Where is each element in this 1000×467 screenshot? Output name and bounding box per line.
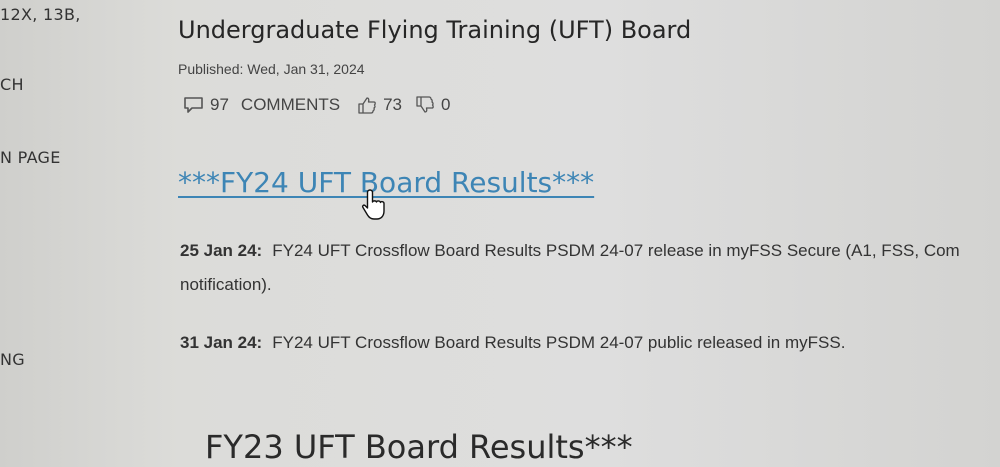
sidebar-item-1[interactable]: 12X, 13B,	[0, 5, 81, 24]
page-title: Undergraduate Flying Training (UFT) Boar…	[178, 16, 692, 44]
comments-count[interactable]: 97	[210, 95, 229, 115]
entry-date: 25 Jan 24:	[180, 241, 263, 260]
thumbs-up-icon[interactable]	[356, 96, 378, 114]
comments-link[interactable]: COMMENTS	[241, 95, 340, 115]
entry-continuation: notification).	[180, 275, 272, 294]
likes-count: 73	[383, 95, 403, 114]
entry-text: FY24 UFT Crossflow Board Results PSDM 24…	[272, 241, 960, 260]
published-date: Published: Wed, Jan 31, 2024	[178, 61, 365, 77]
list-item: 25 Jan 24: FY24 UFT Crossflow Board Resul…	[180, 241, 960, 261]
article-stats: 97 COMMENTS 73 0	[183, 95, 462, 115]
sidebar-item-4[interactable]: NG	[0, 350, 25, 369]
fy23-results-heading[interactable]: FY23 UFT Board Results***	[205, 428, 633, 466]
sidebar-item-3[interactable]: N PAGE	[0, 148, 61, 167]
dislikes-count: 0	[441, 95, 451, 114]
entry-text: FY24 UFT Crossflow Board Results PSDM 24…	[272, 333, 846, 352]
list-item: 31 Jan 24: FY24 UFT Crossflow Board Resul…	[180, 333, 845, 353]
hand-pointer-icon	[360, 188, 390, 222]
entry-date: 31 Jan 24:	[180, 333, 263, 352]
thumbs-down-icon[interactable]	[414, 96, 436, 114]
sidebar-item-2[interactable]: CH	[0, 75, 24, 94]
comment-icon[interactable]	[183, 96, 205, 114]
page: 12X, 13B, CH N PAGE NG Undergraduate Fly…	[0, 0, 1000, 467]
